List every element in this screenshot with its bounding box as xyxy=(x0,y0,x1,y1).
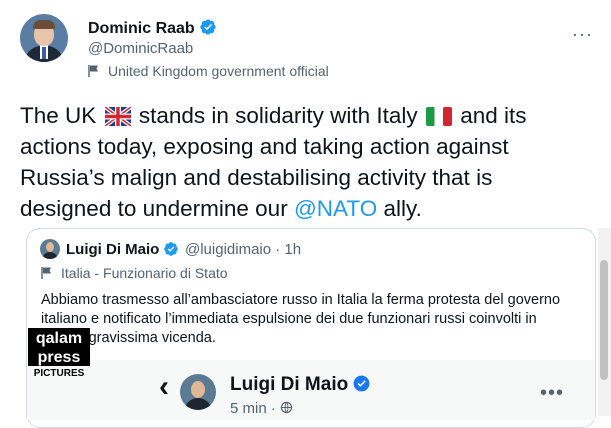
verified-icon xyxy=(353,375,370,392)
embedded-more-icon: ••• xyxy=(540,382,565,404)
mention-nato-link[interactable]: @NATO xyxy=(294,196,377,221)
tweet-text: The UK stands in solidarity with Italy a… xyxy=(20,100,580,224)
verified-icon xyxy=(164,242,179,256)
quoted-label-text: Italia - Funzionario di Stato xyxy=(61,265,228,281)
quoted-handle-time[interactable]: @luigidimaio · 1h xyxy=(185,241,301,258)
embedded-avatar xyxy=(180,374,216,410)
quoted-avatar[interactable] xyxy=(40,239,60,259)
uk-flag-icon xyxy=(104,107,131,126)
quoted-author-name[interactable]: Luigi Di Maio xyxy=(66,241,159,258)
italy-flag-icon xyxy=(425,107,452,126)
globe-icon xyxy=(280,401,293,414)
government-label: United Kingdom government official xyxy=(88,63,329,79)
author-handle[interactable]: @DominicRaab xyxy=(88,40,193,57)
flag-icon xyxy=(88,65,98,77)
quoted-tweet-text: Abbiamo trasmesso all’ambasciatore russo… xyxy=(41,292,561,346)
quoted-government-label: Italia - Funzionario di Stato xyxy=(41,265,228,281)
back-arrow-icon: ‹ xyxy=(159,370,169,403)
author-avatar[interactable] xyxy=(20,14,68,62)
embedded-post-time: 5 min · xyxy=(230,400,293,417)
scrollbar-thumb[interactable] xyxy=(600,260,608,380)
verified-icon xyxy=(200,19,216,35)
watermark-line1: qalam xyxy=(36,330,82,347)
author-name-row[interactable]: Dominic Raab xyxy=(88,18,217,38)
watermark-line2: press xyxy=(38,349,81,366)
qalam-press-watermark: qalam press PICTURES xyxy=(28,328,90,378)
embedded-time-text: 5 min · xyxy=(230,400,276,417)
avatar-hair xyxy=(33,20,55,29)
flag-icon xyxy=(41,267,51,279)
watermark-line3: PICTURES xyxy=(34,368,85,378)
embedded-author-name: Luigi Di Maio xyxy=(230,374,349,395)
author-name[interactable]: Dominic Raab xyxy=(88,20,195,37)
government-label-text: United Kingdom government official xyxy=(108,63,329,79)
tweet-text-part1: The UK xyxy=(20,103,97,128)
more-options-icon[interactable]: ··· xyxy=(572,24,593,45)
tweet-text-part2: stands in solidarity with Italy xyxy=(138,103,418,128)
embedded-name-row: Luigi Di Maio xyxy=(230,374,371,396)
avatar-tie xyxy=(42,47,46,59)
quoted-name-row[interactable]: Luigi Di Maio xyxy=(66,241,179,258)
tweet-text-part4: ally. xyxy=(383,196,422,221)
